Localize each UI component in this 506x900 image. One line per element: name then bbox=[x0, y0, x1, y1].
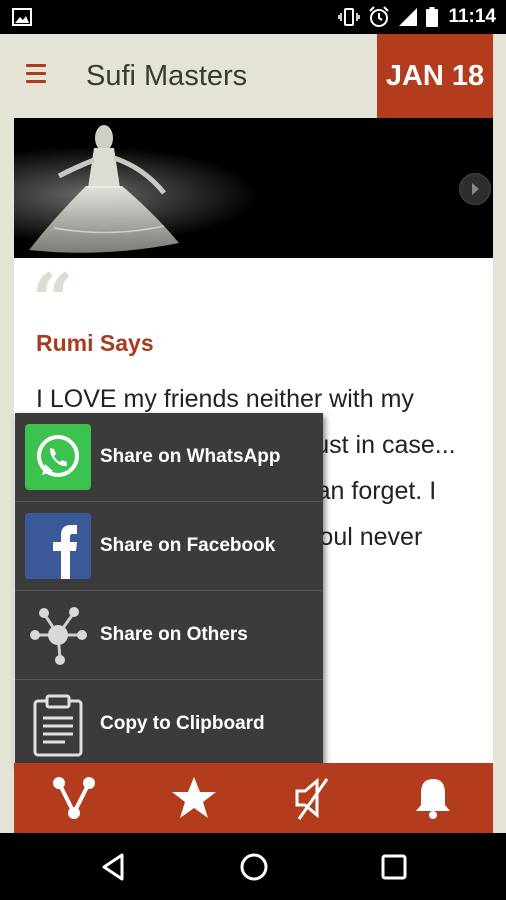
share-network-icon bbox=[30, 607, 87, 665]
share-facebook-item[interactable]: Share on Facebook bbox=[15, 502, 323, 591]
app-bar: Sufi Masters JAN 18 bbox=[0, 34, 506, 118]
recents-icon[interactable] bbox=[376, 849, 412, 885]
whirling-dervish-photo bbox=[14, 118, 493, 258]
share-others-label: Share on Others bbox=[100, 624, 248, 645]
back-icon[interactable] bbox=[96, 849, 132, 885]
share-menu: Share on WhatsApp Share on Facebook Shar… bbox=[15, 413, 323, 765]
quote-mark: “ bbox=[32, 257, 74, 342]
vibrate-icon bbox=[338, 8, 361, 26]
star-icon[interactable] bbox=[164, 768, 224, 828]
system-nav-bar bbox=[0, 833, 506, 900]
battery-icon bbox=[426, 7, 439, 27]
quote-author: Rumi Says bbox=[36, 330, 154, 356]
bell-icon[interactable] bbox=[403, 768, 463, 828]
bottom-action-bar bbox=[14, 763, 493, 833]
whatsapp-icon bbox=[25, 424, 91, 490]
banner[interactable] bbox=[14, 118, 493, 258]
share-whatsapp-label: Share on WhatsApp bbox=[100, 446, 281, 467]
copy-clipboard-item[interactable]: Copy to Clipboard bbox=[15, 680, 323, 768]
clock-time: 11:14 bbox=[448, 6, 496, 27]
share-whatsapp-item[interactable]: Share on WhatsApp bbox=[15, 413, 323, 502]
home-icon[interactable] bbox=[236, 849, 272, 885]
hamburger-menu-icon[interactable] bbox=[26, 64, 46, 88]
share-icon[interactable] bbox=[44, 768, 104, 828]
app-title: Sufi Masters bbox=[86, 60, 248, 92]
image-icon bbox=[12, 8, 32, 26]
alarm-icon bbox=[369, 6, 390, 27]
share-others-item[interactable]: Share on Others bbox=[15, 591, 323, 680]
date-badge[interactable]: JAN 18 bbox=[377, 34, 493, 118]
copy-clipboard-label: Copy to Clipboard bbox=[100, 713, 265, 734]
sound-off-icon[interactable] bbox=[283, 768, 343, 828]
play-next-icon[interactable] bbox=[459, 173, 491, 205]
clipboard-icon bbox=[33, 694, 83, 757]
facebook-icon bbox=[25, 513, 91, 579]
signal-icon bbox=[399, 8, 418, 26]
share-facebook-label: Share on Facebook bbox=[100, 535, 276, 556]
status-bar: 11:14 bbox=[0, 0, 506, 34]
